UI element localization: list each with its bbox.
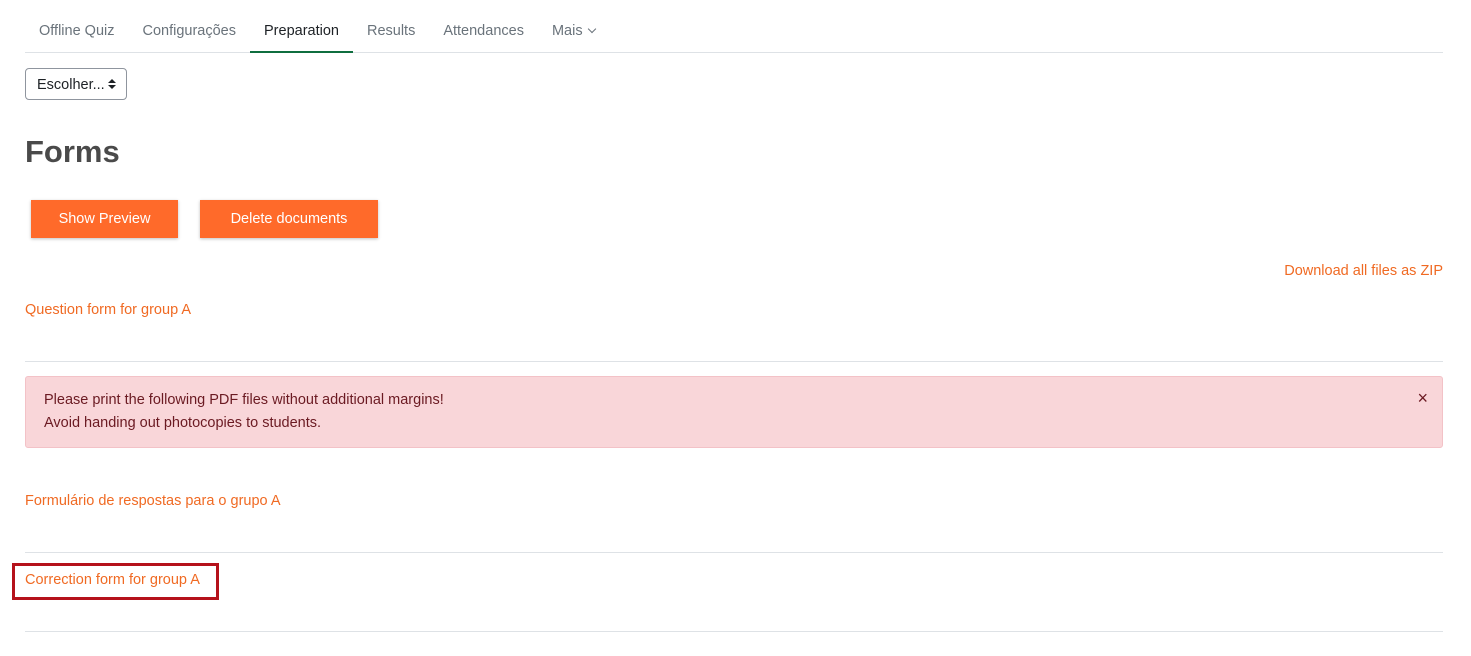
- divider: [25, 361, 1443, 362]
- tab-more[interactable]: Mais: [538, 12, 609, 52]
- action-chooser-select[interactable]: Escolher...: [25, 68, 127, 100]
- sort-arrows-icon: [108, 79, 116, 91]
- page-title: Forms: [25, 134, 120, 169]
- divider: [25, 631, 1443, 632]
- alert-line-2: Avoid handing out photocopies to student…: [44, 415, 322, 431]
- tab-offline-quiz[interactable]: Offline Quiz: [25, 12, 129, 52]
- correction-form-link[interactable]: Correction form for group A: [25, 572, 200, 588]
- tab-more-label: Mais: [551, 23, 583, 39]
- download-zip-link[interactable]: Download all files as ZIP: [1284, 263, 1443, 279]
- action-chooser-value: Escolher...: [37, 77, 105, 93]
- close-icon[interactable]: ×: [1417, 389, 1428, 407]
- show-preview-button[interactable]: Show Preview: [31, 200, 178, 238]
- tab-results[interactable]: Results: [353, 12, 429, 52]
- alert-warning: Please print the following PDF files wit…: [25, 376, 1443, 448]
- answer-form-link[interactable]: Formulário de respostas para o grupo A: [25, 493, 281, 509]
- tab-preparation[interactable]: Preparation: [250, 12, 353, 53]
- delete-documents-button[interactable]: Delete documents: [200, 200, 378, 238]
- tab-attendances[interactable]: Attendances: [429, 12, 538, 52]
- tab-configuracoes[interactable]: Configurações: [129, 12, 251, 52]
- alert-line-1: Please print the following PDF files wit…: [44, 392, 444, 408]
- divider: [25, 552, 1443, 553]
- chevron-down-icon: [587, 24, 596, 34]
- question-form-link[interactable]: Question form for group A: [25, 302, 191, 318]
- secondary-navigation: Offline Quiz Configurações Preparation R…: [25, 12, 1443, 53]
